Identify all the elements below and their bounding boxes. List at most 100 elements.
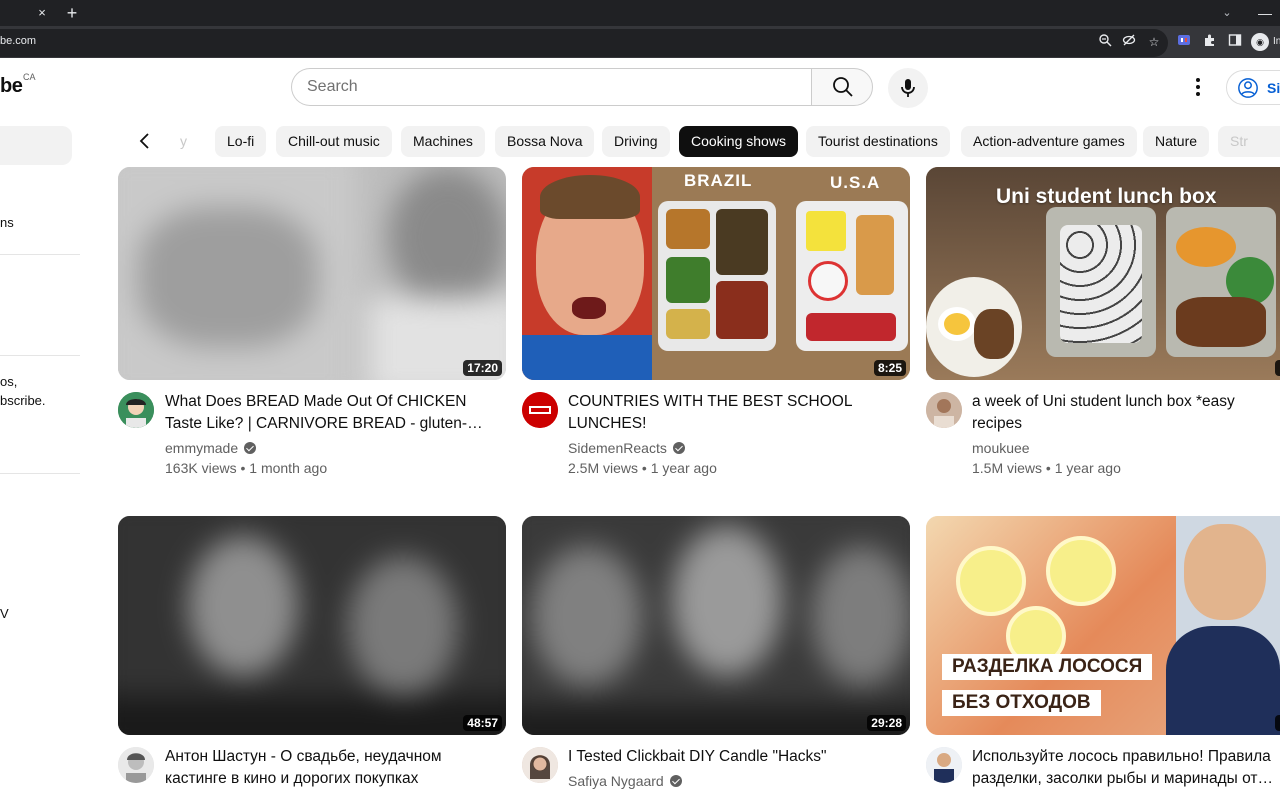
- sidebar-divider: [0, 473, 80, 474]
- chip-action-adventure-games[interactable]: Action-adventure games: [961, 126, 1137, 157]
- video-thumbnail[interactable]: 17:20: [118, 167, 506, 380]
- thumbnail-lunchbox-2: [1166, 207, 1276, 357]
- video-meta: 163K views • 1 month ago: [165, 460, 328, 476]
- thumbnail-lunchbox-1: [1046, 207, 1156, 357]
- chip[interactable]: y: [168, 126, 202, 157]
- new-tab-button[interactable]: +: [62, 3, 82, 23]
- sign-in-label: Sig: [1267, 79, 1280, 96]
- video-title[interactable]: COUNTRIES WITH THE BEST SCHOOL LUNCHES!: [568, 391, 898, 435]
- bookmark-star-icon[interactable]: ☆: [1145, 33, 1163, 51]
- video-thumbnail[interactable]: РАЗДЕЛКА ЛОСОСЯ БЕЗ ОТХОДОВ 1: [926, 516, 1280, 735]
- eye-off-icon[interactable]: [1120, 33, 1138, 51]
- channel-name-text: emmymade: [165, 440, 239, 456]
- voice-search-button[interactable]: [888, 68, 928, 108]
- sidebar-divider: [0, 355, 80, 356]
- verified-badge-icon: [672, 442, 685, 454]
- channel-avatar[interactable]: [522, 392, 558, 428]
- video-thumbnail[interactable]: Uni student lunch box 1: [926, 167, 1280, 380]
- chip-cooking-shows[interactable]: Cooking shows: [679, 126, 798, 157]
- blurred-thumbnail-image: [522, 516, 910, 735]
- thumbnail-tray-usa: [796, 201, 908, 351]
- chip-bossa-nova[interactable]: Bossa Nova: [495, 126, 595, 157]
- channel-name[interactable]: Safiya Nygaard: [568, 773, 682, 789]
- video-title[interactable]: Используйте лосось правильно! Правила ра…: [972, 746, 1280, 790]
- youtube-logo[interactable]: be: [0, 75, 23, 98]
- video-title[interactable]: What Does BREAD Made Out Of CHICKEN Tast…: [165, 391, 495, 435]
- chip-machines[interactable]: Machines: [401, 126, 485, 157]
- channel-avatar[interactable]: [926, 392, 962, 428]
- chip-chill-out-music[interactable]: Chill-out music: [276, 126, 392, 157]
- channel-avatar[interactable]: [118, 392, 154, 428]
- video-thumbnail[interactable]: 29:28: [522, 516, 910, 735]
- address-url[interactable]: be.com: [0, 35, 36, 47]
- channel-name[interactable]: emmymade: [165, 440, 257, 456]
- chip-lo-fi[interactable]: Lo-fi: [215, 126, 267, 157]
- channel-name-text: SidemenReacts: [568, 440, 667, 456]
- minimize-window-icon[interactable]: —: [1256, 4, 1274, 22]
- video-duration: 1: [1275, 360, 1280, 376]
- search-button[interactable]: [811, 68, 873, 106]
- chip-nature[interactable]: Nature: [1143, 126, 1210, 157]
- video-duration: 17:20: [463, 360, 502, 376]
- tab-search-chevron-icon[interactable]: ⌄: [1218, 4, 1236, 22]
- extensions-puzzle-icon[interactable]: [1201, 33, 1219, 51]
- verified-badge-icon: [244, 442, 257, 454]
- sidebar-item-home[interactable]: [0, 126, 72, 165]
- channel-name-text: Safiya Nygaard: [568, 773, 664, 789]
- thumbnail-label-brazil: BRAZIL: [684, 171, 753, 190]
- video-title[interactable]: a week of Uni student lunch box *easy re…: [972, 391, 1272, 435]
- search-input[interactable]: [291, 68, 812, 106]
- browser-tab-strip: [0, 0, 1280, 26]
- thumbnail-hair: [540, 175, 640, 219]
- side-panel-icon[interactable]: [1226, 33, 1244, 51]
- video-title[interactable]: I Tested Clickbait DIY Candle "Hacks": [568, 746, 898, 768]
- thumbnail-mouth: [572, 297, 606, 319]
- profile-label[interactable]: In: [1273, 36, 1280, 47]
- sidebar-item-subscriptions-label[interactable]: ns: [0, 215, 14, 230]
- video-thumbnail[interactable]: BRAZIL U.S.A 8:25: [522, 167, 910, 380]
- thumbnail-tray-brazil: [658, 201, 776, 351]
- channel-avatar[interactable]: [118, 747, 154, 783]
- chip[interactable]: Str: [1218, 126, 1280, 157]
- channel-name-text: moukuee: [972, 440, 1030, 456]
- incognito-profile-icon[interactable]: ◉: [1251, 33, 1269, 51]
- microphone-icon: [901, 79, 915, 97]
- thumbnail-caption-1: РАЗДЕЛКА ЛОСОСЯ: [942, 654, 1153, 680]
- video-duration: 1: [1275, 715, 1280, 731]
- thumbnail-label-usa: U.S.A: [830, 173, 881, 192]
- account-circle-icon: [1238, 77, 1258, 98]
- video-meta: 1.5M views • 1 year ago: [972, 460, 1121, 476]
- sidebar-divider: [0, 254, 80, 255]
- chip-tourist-destinations[interactable]: Tourist destinations: [806, 126, 950, 157]
- chevron-left-icon: [139, 133, 149, 149]
- video-title[interactable]: Антон Шастун - О свадьбе, неудачном каст…: [165, 746, 495, 790]
- blurred-thumbnail-image: [118, 167, 506, 380]
- logo-region-code: CA: [23, 72, 36, 82]
- video-duration: 29:28: [867, 715, 906, 731]
- sidebar-signin-prompt-line-1: os,: [0, 374, 18, 389]
- channel-avatar[interactable]: [522, 747, 558, 783]
- channel-name[interactable]: moukuee: [972, 440, 1030, 456]
- thumbnail-chef-coat: [1166, 626, 1280, 735]
- sidebar-item-label[interactable]: V: [0, 606, 9, 621]
- video-thumbnail[interactable]: 48:57: [118, 516, 506, 735]
- zoom-icon[interactable]: [1096, 33, 1114, 51]
- settings-kebab-button[interactable]: [1186, 75, 1210, 99]
- extension-app-icon[interactable]: [1175, 33, 1193, 51]
- thumbnail-caption: Uni student lunch box: [996, 185, 1217, 208]
- channel-name[interactable]: SidemenReacts: [568, 440, 685, 456]
- channel-avatar[interactable]: [926, 747, 962, 783]
- thumbnail-lemon: [956, 546, 1026, 616]
- thumbnail-lemon: [1046, 536, 1116, 606]
- tab-close-button[interactable]: ×: [34, 5, 50, 21]
- chips-scroll-left-button[interactable]: [130, 126, 160, 156]
- sign-in-button[interactable]: Sig: [1226, 70, 1280, 105]
- more-vert-icon: [1196, 78, 1200, 96]
- thumbnail-chef-face: [1184, 524, 1266, 620]
- chip-driving[interactable]: Driving: [602, 126, 670, 157]
- address-bar[interactable]: [0, 29, 1168, 57]
- video-duration: 48:57: [463, 715, 502, 731]
- sidebar-signin-prompt-line-2: bscribe.: [0, 393, 46, 408]
- thumbnail-plate: [926, 277, 1022, 377]
- thumbnail-shirt: [522, 335, 652, 380]
